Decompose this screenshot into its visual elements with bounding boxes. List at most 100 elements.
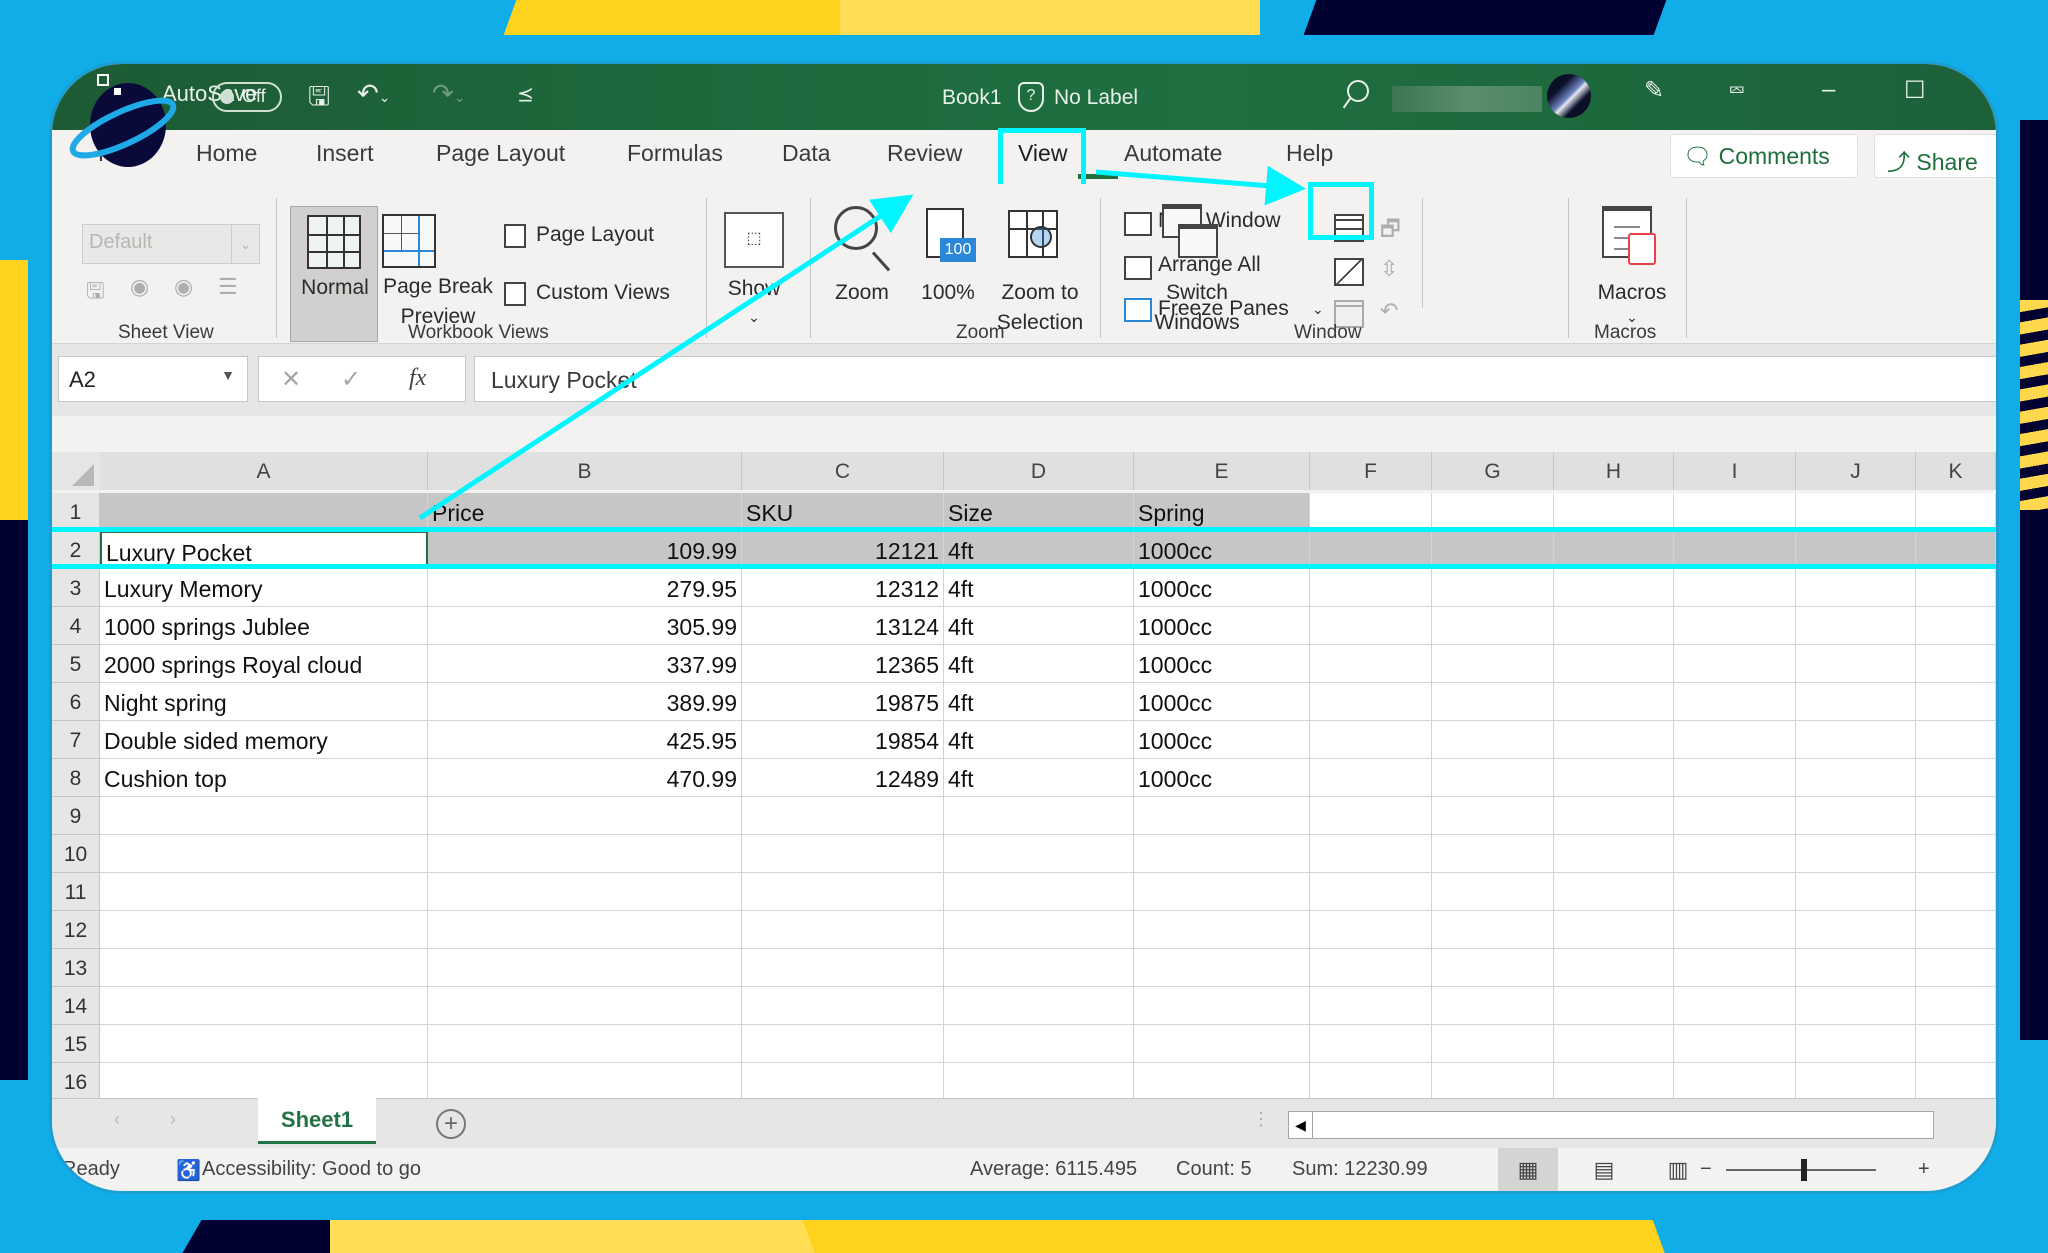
cell-b13[interactable] (428, 949, 742, 987)
share-button[interactable]: ⤴ Share (1874, 134, 1996, 178)
cell-j2[interactable] (1796, 531, 1916, 569)
cell-g1[interactable] (1432, 493, 1554, 531)
cell-e4[interactable]: 1000cc (1134, 607, 1310, 645)
zoom-in-icon[interactable]: + (1918, 1158, 1930, 1181)
view-options-icon[interactable]: ☰ (218, 274, 238, 300)
cell-a13[interactable] (100, 949, 428, 987)
row-header[interactable]: 4 (52, 607, 100, 645)
sheet-tab-sheet1[interactable]: Sheet1 (258, 1098, 376, 1144)
column-header-b[interactable]: B (428, 452, 742, 490)
cell-c1[interactable]: SKU (742, 493, 944, 531)
normal-view-icon[interactable]: ▦ (1498, 1148, 1558, 1191)
tab-automate[interactable]: Automate (1124, 140, 1222, 167)
cell-k16[interactable] (1916, 1063, 1996, 1101)
cell-b15[interactable] (428, 1025, 742, 1063)
cell-j4[interactable] (1796, 607, 1916, 645)
cell-h10[interactable] (1554, 835, 1674, 873)
cell-c10[interactable] (742, 835, 944, 873)
cell-j8[interactable] (1796, 759, 1916, 797)
cell-h4[interactable] (1554, 607, 1674, 645)
cell-e12[interactable] (1134, 911, 1310, 949)
cell-c13[interactable] (742, 949, 944, 987)
cell-a6[interactable]: Night spring (100, 683, 428, 721)
cell-f6[interactable] (1310, 683, 1432, 721)
cell-b9[interactable] (428, 797, 742, 835)
row-header[interactable]: 12 (52, 911, 100, 949)
row-header[interactable]: 11 (52, 873, 100, 911)
cell-e15[interactable] (1134, 1025, 1310, 1063)
cell-h1[interactable] (1554, 493, 1674, 531)
column-header-e[interactable]: E (1134, 452, 1310, 490)
cell-e2[interactable]: 1000cc (1134, 531, 1310, 569)
cell-d8[interactable]: 4ft (944, 759, 1134, 797)
maximize-icon[interactable]: ☐ (1904, 76, 1926, 105)
zoom-slider[interactable] (1726, 1159, 1876, 1181)
cell-d7[interactable]: 4ft (944, 721, 1134, 759)
comments-button[interactable]: 🗨 Comments (1670, 134, 1858, 178)
cell-d6[interactable]: 4ft (944, 683, 1134, 721)
cell-g9[interactable] (1432, 797, 1554, 835)
cell-f1[interactable] (1310, 493, 1432, 531)
cell-i5[interactable] (1674, 645, 1796, 683)
cell-d14[interactable] (944, 987, 1134, 1025)
cell-h15[interactable] (1554, 1025, 1674, 1063)
cell-e7[interactable]: 1000cc (1134, 721, 1310, 759)
cell-h9[interactable] (1554, 797, 1674, 835)
cell-k15[interactable] (1916, 1025, 1996, 1063)
cell-f14[interactable] (1310, 987, 1432, 1025)
cell-d15[interactable] (944, 1025, 1134, 1063)
cell-a4[interactable]: 1000 springs Jublee (100, 607, 428, 645)
tab-page-layout[interactable]: Page Layout (436, 140, 565, 167)
cell-f11[interactable] (1310, 873, 1432, 911)
zoom-out-icon[interactable]: − (1700, 1158, 1712, 1181)
reset-window-position-icon[interactable]: ↶ (1380, 298, 1398, 324)
cell-h7[interactable] (1554, 721, 1674, 759)
cell-i6[interactable] (1674, 683, 1796, 721)
cell-b14[interactable] (428, 987, 742, 1025)
name-box[interactable]: A2 ▼ (58, 356, 248, 402)
cell-d5[interactable]: 4ft (944, 645, 1134, 683)
cell-h16[interactable] (1554, 1063, 1674, 1101)
cell-j10[interactable] (1796, 835, 1916, 873)
cell-a16[interactable] (100, 1063, 428, 1101)
cell-k10[interactable] (1916, 835, 1996, 873)
cell-c14[interactable] (742, 987, 944, 1025)
cell-b8[interactable]: 470.99 (428, 759, 742, 797)
cell-g13[interactable] (1432, 949, 1554, 987)
row-header[interactable]: 6 (52, 683, 100, 721)
tab-home[interactable]: Home (196, 140, 257, 167)
cell-e13[interactable] (1134, 949, 1310, 987)
cell-j7[interactable] (1796, 721, 1916, 759)
cell-j6[interactable] (1796, 683, 1916, 721)
cell-a12[interactable] (100, 911, 428, 949)
cell-j5[interactable] (1796, 645, 1916, 683)
sensitivity-shield-icon[interactable]: ? (1018, 82, 1044, 112)
column-header-f[interactable]: F (1310, 452, 1432, 490)
column-header-k[interactable]: K (1916, 452, 1996, 490)
cell-c6[interactable]: 19875 (742, 683, 944, 721)
cell-e10[interactable] (1134, 835, 1310, 873)
cell-c3[interactable]: 12312 (742, 569, 944, 607)
cell-j13[interactable] (1796, 949, 1916, 987)
add-sheet-button[interactable]: + (436, 1109, 466, 1139)
cell-g2[interactable] (1432, 531, 1554, 569)
cell-f10[interactable] (1310, 835, 1432, 873)
column-header-a[interactable]: A (100, 452, 428, 490)
cell-a10[interactable] (100, 835, 428, 873)
cell-i7[interactable] (1674, 721, 1796, 759)
page-layout-view-icon[interactable]: ▤ (1574, 1148, 1634, 1191)
cell-e6[interactable]: 1000cc (1134, 683, 1310, 721)
ribbon-display-icon[interactable]: ⮹ (1728, 78, 1746, 104)
cell-h13[interactable] (1554, 949, 1674, 987)
cell-g11[interactable] (1432, 873, 1554, 911)
split-handle[interactable]: ⋮ (1252, 1109, 1270, 1130)
cell-b6[interactable]: 389.99 (428, 683, 742, 721)
cell-a11[interactable] (100, 873, 428, 911)
cell-f13[interactable] (1310, 949, 1432, 987)
cell-c7[interactable]: 19854 (742, 721, 944, 759)
cell-g3[interactable] (1432, 569, 1554, 607)
row-header[interactable]: 5 (52, 645, 100, 683)
cell-d3[interactable]: 4ft (944, 569, 1134, 607)
cell-k5[interactable] (1916, 645, 1996, 683)
column-header-h[interactable]: H (1554, 452, 1674, 490)
